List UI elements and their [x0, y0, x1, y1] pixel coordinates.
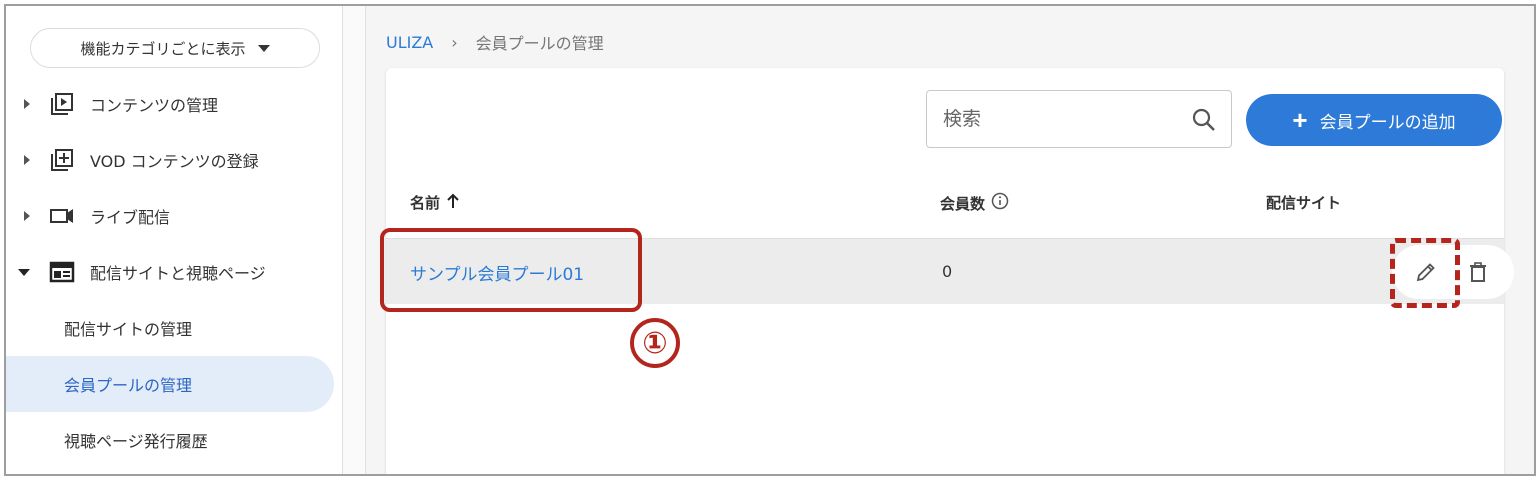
sidebar-subitem-site-management[interactable]: 配信サイトの管理 — [6, 300, 334, 356]
caret-down-icon — [257, 44, 270, 52]
sidebar-item-vod-register[interactable]: VOD コンテンツの登録 — [6, 132, 342, 188]
annotation-highlight-box — [380, 228, 642, 312]
category-view-select-label: 機能カテゴリごとに表示 — [80, 39, 246, 58]
expand-arrow-icon — [6, 99, 36, 109]
video-camera-icon — [46, 202, 78, 230]
sidebar-divider — [342, 6, 366, 474]
add-library-icon — [46, 146, 78, 174]
sidebar: 機能カテゴリごとに表示 コンテンツの管理 VOD コンテンツの登録 ライブ配信 — [6, 6, 342, 474]
column-header-members: 会員数 — [940, 192, 1009, 214]
sidebar-item-sites-and-pages[interactable]: 配信サイトと視聴ページ — [6, 244, 342, 300]
expand-arrow-icon — [6, 155, 36, 165]
sidebar-subitem-label: 配信サイトの管理 — [64, 320, 193, 339]
sidebar-item-live[interactable]: ライブ配信 — [6, 188, 342, 244]
column-header-name[interactable]: 名前 — [410, 192, 460, 213]
sidebar-subitem-label: 視聴ページ発行履歴 — [64, 432, 208, 451]
breadcrumb-separator: › — [451, 32, 458, 52]
sidebar-item-content-management[interactable]: コンテンツの管理 — [6, 76, 342, 132]
annotation-step-number-label: ① — [642, 325, 668, 361]
web-page-icon — [46, 258, 78, 286]
column-header-label: 配信サイト — [1266, 194, 1342, 212]
add-member-pool-label: 会員プールの追加 — [1319, 112, 1456, 132]
add-member-pool-button[interactable]: + 会員プールの追加 — [1246, 94, 1502, 146]
breadcrumb: ULIZA › 会員プールの管理 — [386, 30, 604, 54]
collapse-arrow-icon — [6, 268, 36, 276]
delete-trash-icon[interactable] — [1460, 254, 1496, 290]
sidebar-item-label: 配信サイトと視聴ページ — [90, 264, 266, 283]
sort-ascending-icon — [446, 193, 460, 213]
sidebar-item-label: ライブ配信 — [90, 208, 171, 227]
sidebar-item-label: コンテンツの管理 — [90, 96, 219, 115]
search-field[interactable] — [926, 90, 1232, 148]
sidebar-item-label: VOD コンテンツの登録 — [90, 152, 259, 171]
search-icon[interactable] — [1191, 107, 1217, 137]
expand-arrow-icon — [6, 211, 36, 221]
info-icon[interactable] — [991, 192, 1009, 214]
play-library-icon — [46, 90, 78, 118]
app-window: 機能カテゴリごとに表示 コンテンツの管理 VOD コンテンツの登録 ライブ配信 — [4, 4, 1536, 476]
column-header-label: 名前 — [410, 194, 441, 212]
column-header-site: 配信サイト — [1266, 192, 1341, 213]
member-count: 0 — [942, 262, 953, 281]
annotation-step-number: ① — [630, 318, 680, 368]
search-input[interactable] — [927, 91, 1231, 147]
column-header-label: 会員数 — [940, 194, 986, 213]
plus-icon: + — [1292, 105, 1308, 135]
category-view-select[interactable]: 機能カテゴリごとに表示 — [30, 28, 320, 68]
annotation-dashed-highlight — [1390, 238, 1460, 308]
sidebar-subitem-label: 会員プールの管理 — [64, 376, 193, 395]
sidebar-subitem-member-pool[interactable]: 会員プールの管理 — [6, 356, 334, 412]
sidebar-subitem-page-history[interactable]: 視聴ページ発行履歴 — [6, 412, 334, 468]
breadcrumb-home-link[interactable]: ULIZA — [386, 33, 433, 52]
breadcrumb-current: 会員プールの管理 — [475, 34, 604, 53]
